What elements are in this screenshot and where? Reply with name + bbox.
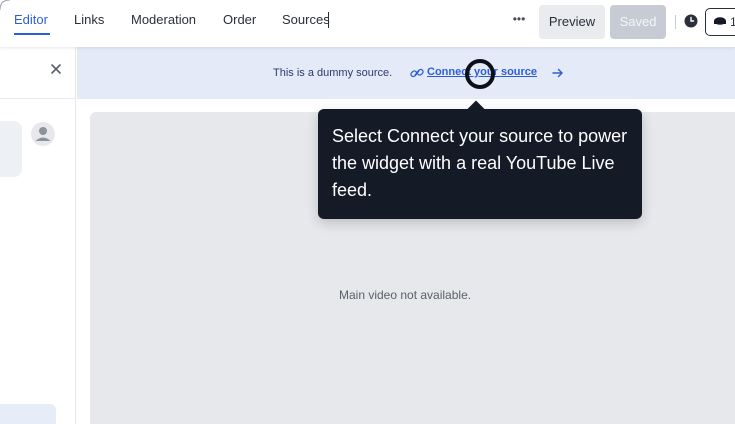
top-bar: Editor Links Moderation Order Sources ••… xyxy=(0,0,735,47)
message-card[interactable] xyxy=(0,121,22,177)
coin-icon xyxy=(714,17,726,25)
active-tab-indicator xyxy=(14,33,50,35)
panel-divider xyxy=(0,98,76,99)
corner-mark-icon xyxy=(0,0,11,11)
saved-button[interactable]: Saved xyxy=(610,5,666,39)
tooltip-pointer xyxy=(467,100,485,118)
account-chip[interactable]: 1 xyxy=(705,8,735,36)
clock-icon[interactable] xyxy=(684,14,698,28)
user-icon xyxy=(31,122,55,146)
tab-links[interactable]: Links xyxy=(74,12,104,28)
tab-editor[interactable]: Editor xyxy=(14,12,48,28)
more-options-button[interactable]: ••• xyxy=(510,13,528,29)
banner-text: This is a dummy source. xyxy=(273,67,393,79)
onboarding-tooltip: Select Connect your source to power the … xyxy=(318,100,642,219)
toolbar-divider xyxy=(675,15,676,29)
click-target-ring xyxy=(465,59,495,89)
chip-count: 1 xyxy=(730,15,735,29)
panel-footer-item[interactable] xyxy=(0,404,56,424)
tab-order[interactable]: Order xyxy=(223,12,256,28)
tooltip-text: Select Connect your source to power the … xyxy=(332,126,628,200)
tab-sources[interactable]: Sources xyxy=(282,12,330,28)
close-icon[interactable] xyxy=(50,63,62,75)
dummy-source-banner: This is a dummy source. Connect your sou… xyxy=(77,47,735,99)
tab-moderation[interactable]: Moderation xyxy=(131,12,196,28)
text-cursor xyxy=(328,12,329,28)
preview-button[interactable]: Preview xyxy=(539,5,605,39)
left-panel xyxy=(0,47,76,424)
video-unavailable-message: Main video not available. xyxy=(339,288,472,302)
arrow-right-icon[interactable] xyxy=(552,68,564,78)
